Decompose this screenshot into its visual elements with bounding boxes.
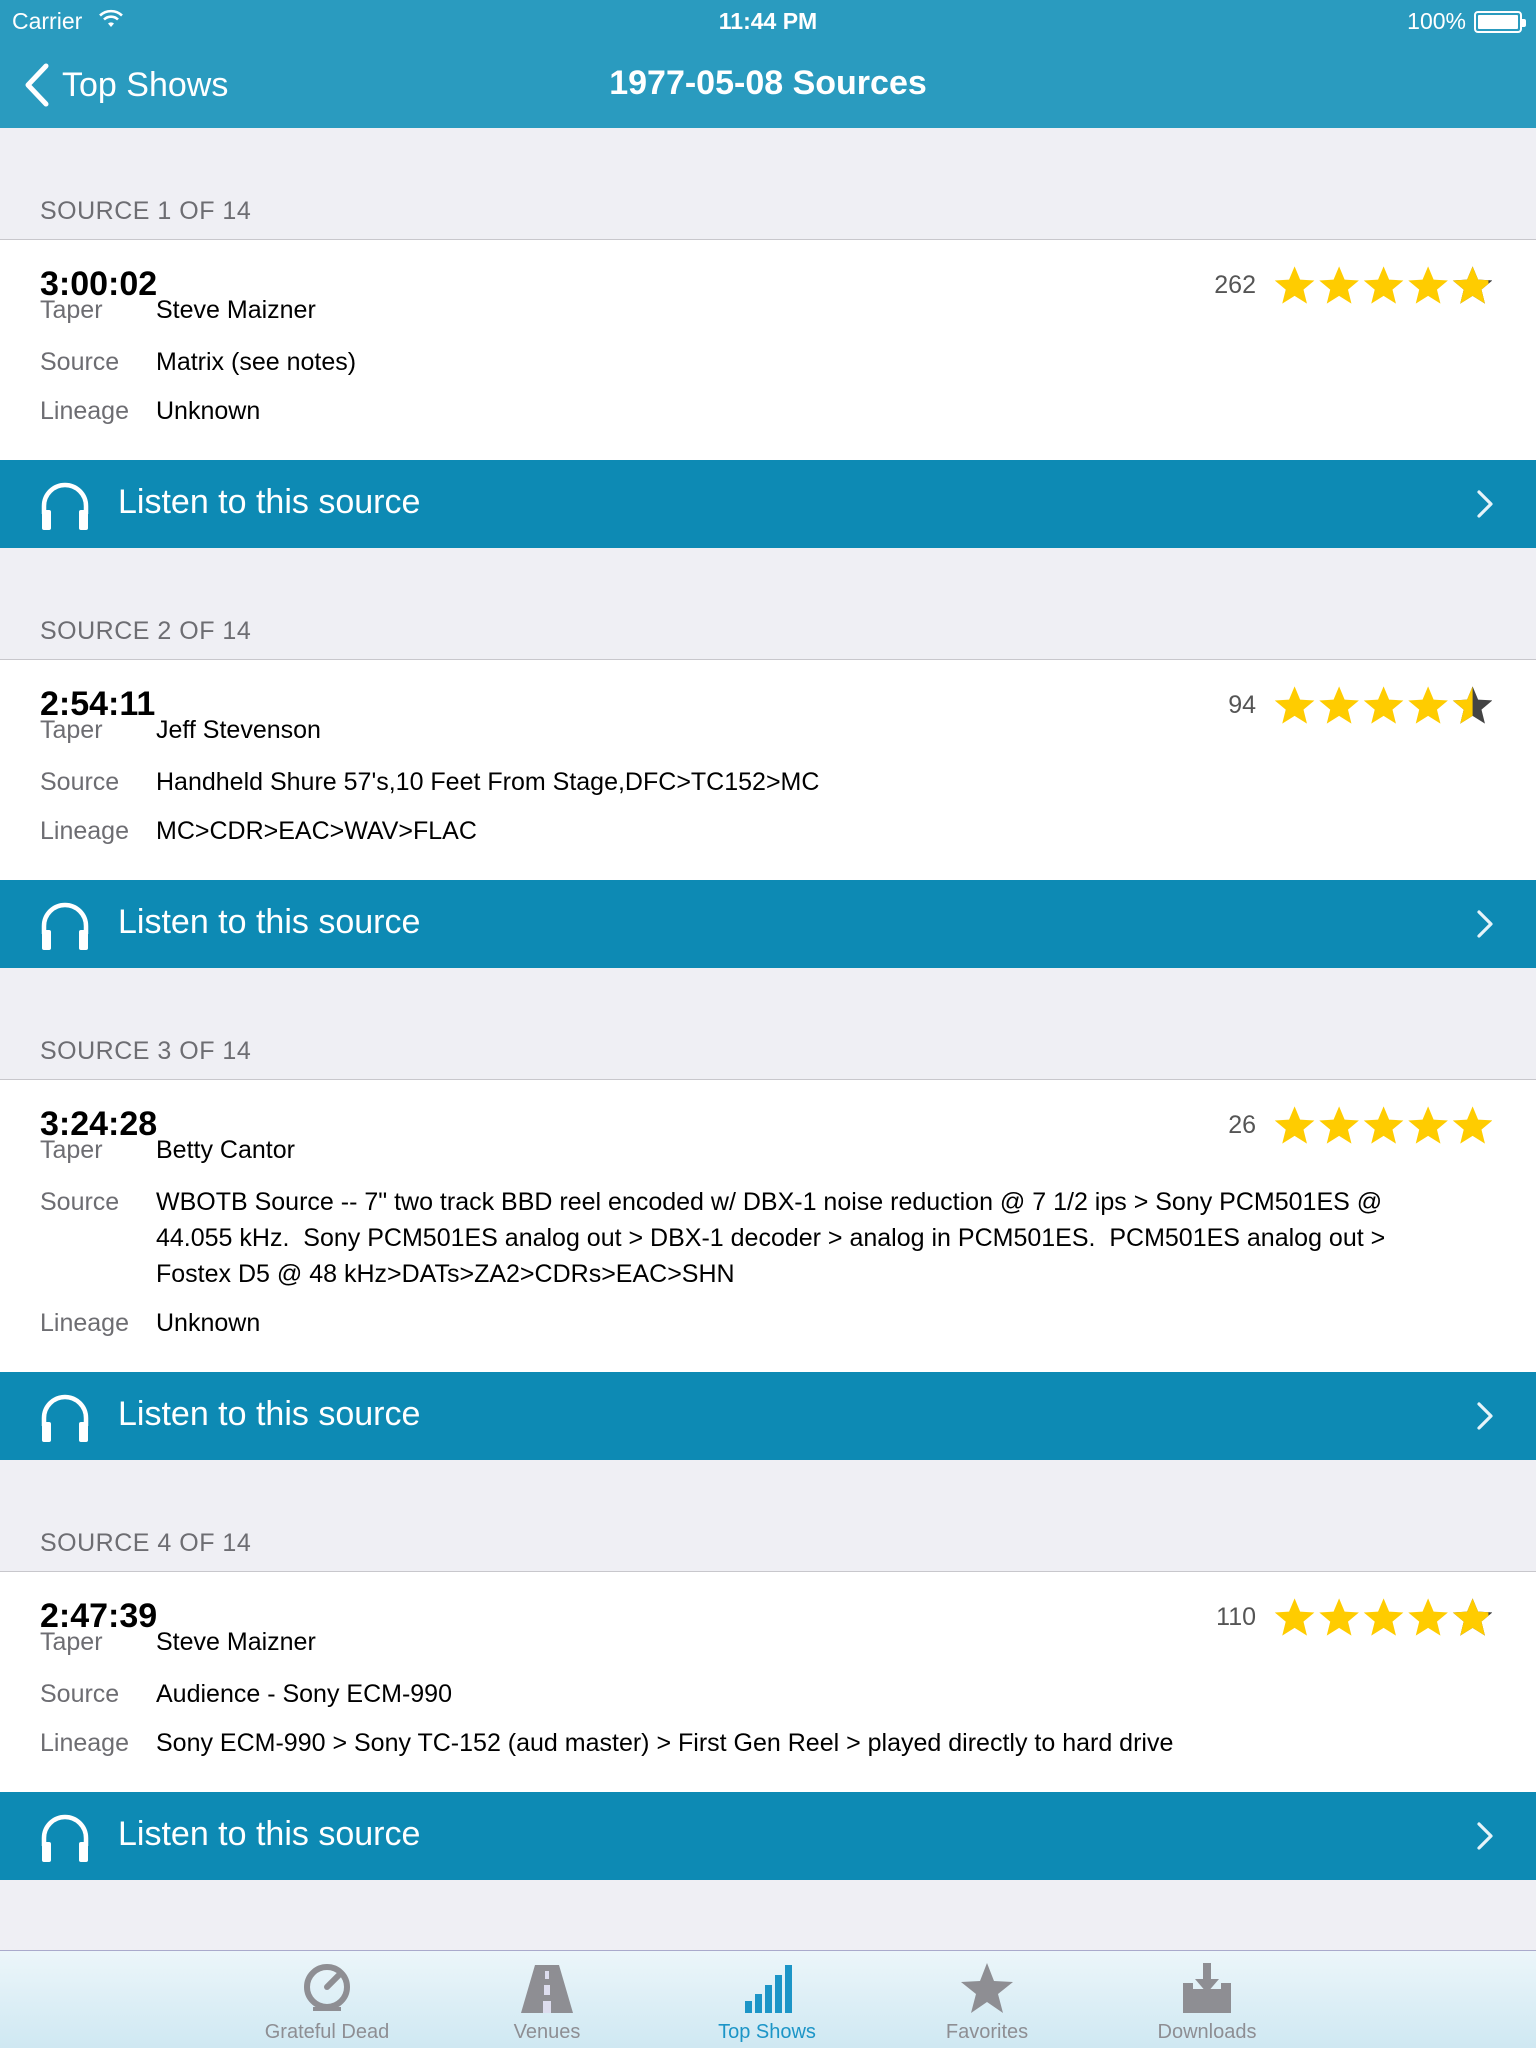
navigation-bar: Carrier 11:44 PM 100% Top Shows 1977-05-… — [0, 0, 1536, 128]
lineage-label: Lineage — [40, 817, 129, 845]
listen-to-source-button[interactable]: Listen to this source — [0, 460, 1536, 548]
sources-list[interactable]: SOURCE 1 OF 14 3:00:02 262 Taper Steve Maizn… — [0, 128, 1536, 1880]
lineage-value: Unknown — [156, 397, 261, 425]
grateful-dead-icon — [304, 1964, 350, 2011]
lineage-label: Lineage — [40, 1729, 129, 1757]
source-card: 3:00:02 262 Taper Steve Maizner Source Matrix… — [0, 239, 1536, 460]
section-header-label: SOURCE 2 OF 14 — [40, 617, 252, 645]
headphones-icon — [41, 902, 89, 950]
taper-label: Taper — [40, 1136, 103, 1164]
status-bar: Carrier 11:44 PM 100% — [0, 0, 1536, 40]
section-header: SOURCE 3 OF 14 — [0, 968, 1536, 1079]
tab-label: Grateful Dead — [264, 2021, 390, 2043]
section-header-label: SOURCE 1 OF 14 — [40, 197, 252, 225]
tab-venues[interactable]: Venues — [447, 1951, 647, 2048]
source-label: Source — [40, 1680, 120, 1708]
source-value: Handheld Shure 57's,10 Feet From Stage,D… — [156, 764, 1516, 800]
lineage-value: Sony ECM-990 > Sony TC-152 (aud master) … — [156, 1729, 1174, 1757]
tab-label: Venues — [513, 2021, 581, 2043]
chevron-right-icon — [1477, 910, 1493, 938]
source-value: Matrix (see notes) — [156, 344, 1516, 380]
source-label: Source — [40, 1188, 120, 1216]
source-label: Source — [40, 348, 120, 376]
headphones-icon — [41, 482, 89, 530]
tab-bar: Grateful Dead Venues Top Shows Favorites — [0, 1950, 1536, 2048]
listen-to-source-button[interactable]: Listen to this source — [0, 1792, 1536, 1880]
listen-label: Listen to this source — [118, 903, 421, 941]
listen-to-source-button[interactable]: Listen to this source — [0, 880, 1536, 968]
listen-to-source-button[interactable]: Listen to this source — [0, 1372, 1536, 1460]
source-card: 2:54:11 94 Taper Jeff Stevenson Source Handhe… — [0, 659, 1536, 880]
section-header: SOURCE 2 OF 14 — [0, 548, 1536, 659]
taper-value: Steve Maizner — [156, 296, 316, 324]
headphones-icon — [41, 1394, 89, 1442]
source-card: 3:24:28 26 Taper Betty Cantor Source WBOTB So… — [0, 1079, 1536, 1372]
road-icon — [521, 1965, 573, 2013]
lineage-label: Lineage — [40, 397, 129, 425]
source-value-line: Fostex D5 @ 48 kHz>DATs>ZA2>CDRs>EAC>SHN — [156, 1260, 735, 1288]
tab-label: Favorites — [945, 2021, 1029, 2043]
section-header: SOURCE 4 OF 14 — [0, 1460, 1536, 1571]
battery-icon — [1474, 11, 1526, 33]
tab-label: Top Shows — [718, 2021, 816, 2043]
lineage-label: Lineage — [40, 1309, 129, 1337]
lineage-value: MC>CDR>EAC>WAV>FLAC — [156, 817, 477, 845]
listen-label: Listen to this source — [118, 1815, 421, 1853]
chevron-right-icon — [1477, 1402, 1493, 1430]
source-value-line: Audience - Sony ECM-990 — [156, 1680, 452, 1708]
listen-label: Listen to this source — [118, 483, 421, 521]
download-tray-icon — [1183, 1963, 1231, 2013]
chevron-right-icon — [1477, 490, 1493, 518]
source-card: 2:47:39 110 Taper Steve Maizner Source Audien… — [0, 1571, 1536, 1792]
source-value-line: Handheld Shure 57's,10 Feet From Stage,D… — [156, 768, 820, 796]
source-label: Source — [40, 768, 120, 796]
source-value-line: Matrix (see notes) — [156, 348, 357, 376]
section-header-label: SOURCE 3 OF 14 — [40, 1037, 252, 1065]
tab-label: Downloads — [1157, 2021, 1257, 2043]
star-icon — [961, 1963, 1013, 2013]
section-header-label: SOURCE 4 OF 14 — [40, 1529, 252, 1557]
taper-value: Steve Maizner — [156, 1628, 316, 1656]
source-value-line: 44.055 kHz. Sony PCM501ES analog out > D… — [156, 1224, 1386, 1252]
section-header: SOURCE 1 OF 14 — [0, 128, 1536, 239]
tab-downloads[interactable]: Downloads — [1107, 1951, 1307, 2048]
lineage-value: Unknown — [156, 1309, 261, 1337]
bar-chart-icon — [745, 1965, 792, 2013]
source-value-line: WBOTB Source -- 7" two track BBD reel en… — [156, 1188, 1383, 1216]
taper-label: Taper — [40, 716, 103, 744]
tab-favorites[interactable]: Favorites — [887, 1951, 1087, 2048]
tab-grateful-dead[interactable]: Grateful Dead — [227, 1951, 427, 2048]
listen-label: Listen to this source — [118, 1395, 421, 1433]
chevron-right-icon — [1477, 1822, 1493, 1850]
taper-label: Taper — [40, 296, 103, 324]
taper-value: Jeff Stevenson — [156, 716, 321, 744]
headphones-icon — [41, 1814, 89, 1862]
battery-percent: 100% — [1407, 8, 1466, 34]
page-title: 1977-05-08 Sources — [609, 64, 927, 102]
source-value: Audience - Sony ECM-990 — [156, 1676, 1516, 1712]
taper-label: Taper — [40, 1628, 103, 1656]
source-value: WBOTB Source -- 7" two track BBD reel en… — [156, 1184, 1516, 1292]
tab-top-shows[interactable]: Top Shows — [667, 1951, 867, 2048]
status-time: 11:44 PM — [718, 8, 818, 34]
taper-value: Betty Cantor — [156, 1136, 295, 1164]
